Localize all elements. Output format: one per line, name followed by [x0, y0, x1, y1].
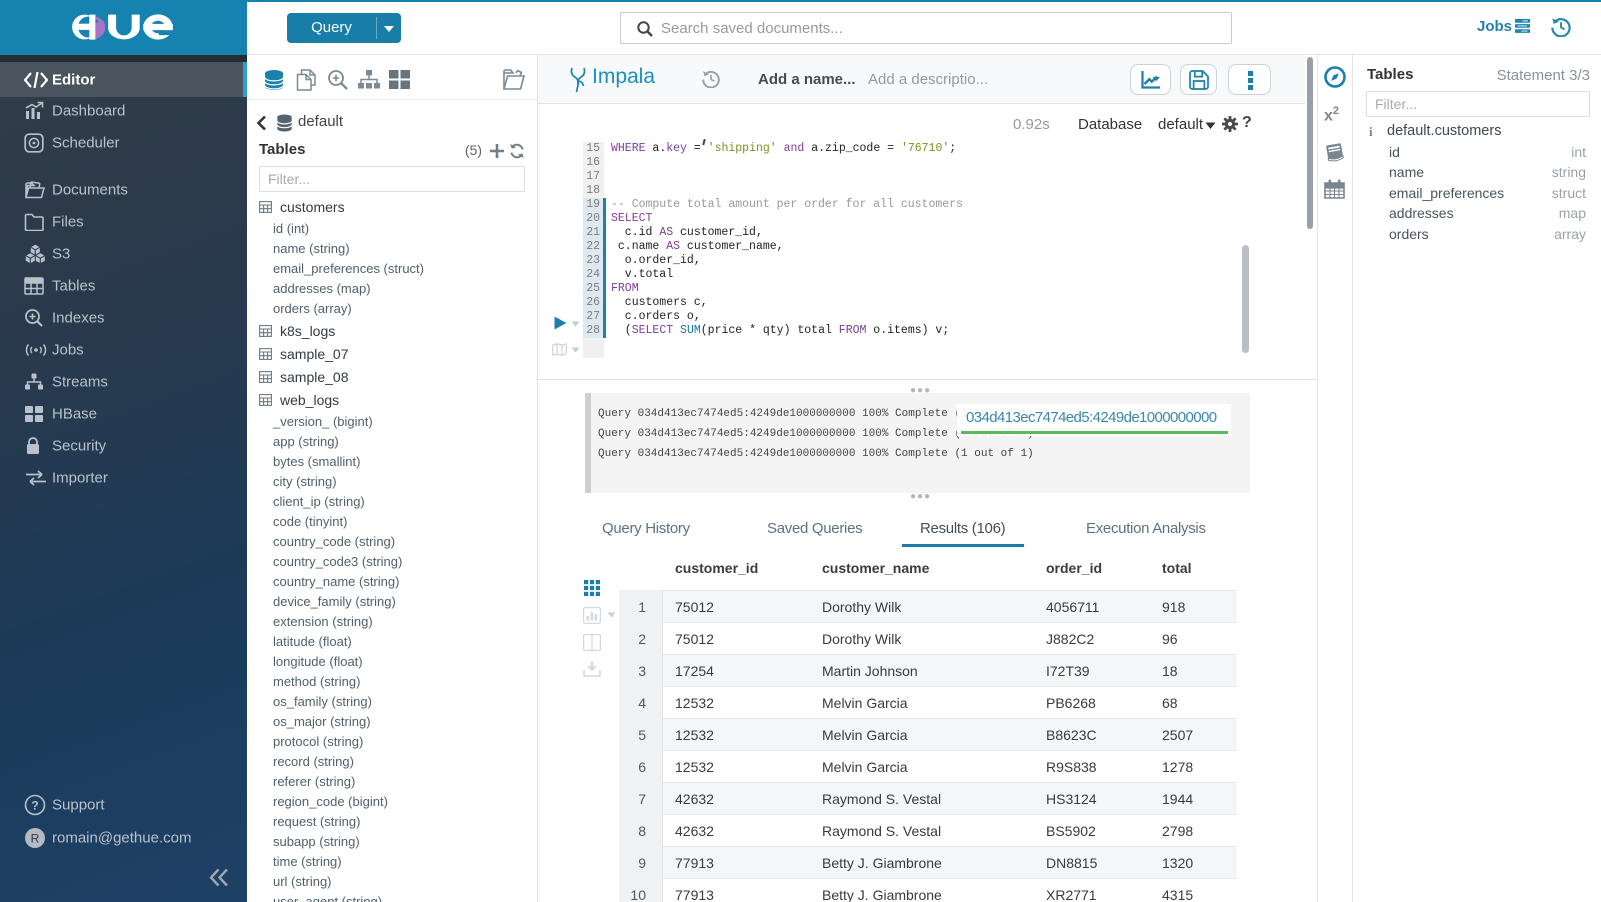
svg-text:?: ?	[31, 799, 38, 813]
svg-text:R: R	[31, 832, 40, 846]
